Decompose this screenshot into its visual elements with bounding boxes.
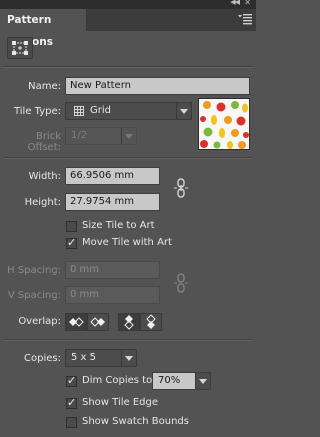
pattern-preview-image <box>199 99 249 149</box>
h-spacing-label: H Spacing: <box>7 265 61 276</box>
h-spacing-field: 0 mm <box>65 261 160 279</box>
right-in-front-icon <box>90 317 105 327</box>
chain-link-icon[interactable] <box>174 178 188 204</box>
height-label: Height: <box>24 197 61 208</box>
move-tile-checkbox[interactable] <box>66 236 77 249</box>
chevron-down-icon[interactable] <box>176 103 191 119</box>
tile-type-select[interactable]: Grid <box>65 102 192 120</box>
top-in-front-button[interactable] <box>118 313 140 331</box>
grid-icon <box>74 106 84 122</box>
copies-value: 5 x 5 <box>71 352 96 363</box>
copies-label: Copies: <box>24 353 61 364</box>
pattern-tile-tool-icon <box>12 41 28 55</box>
v-spacing-field: 0 mm <box>65 286 160 304</box>
tile-type-label: Tile Type: <box>13 106 61 117</box>
size-tile-label: Size Tile to Art <box>82 220 155 231</box>
brick-offset-value: 1/2 <box>71 130 88 141</box>
panel-top-strip: ◀◀ ✕ <box>0 0 256 9</box>
brick-offset-label: Brick Offset: <box>27 131 61 153</box>
panel-menu-icon[interactable] <box>238 13 252 25</box>
dim-copies-value: 70% <box>158 375 181 386</box>
show-tile-edge-label: Show Tile Edge <box>82 397 159 408</box>
size-tile-checkbox[interactable] <box>66 221 77 232</box>
pattern-tile-tool-button[interactable] <box>7 37 33 59</box>
dim-copies-select[interactable]: 70% <box>152 372 211 390</box>
brick-offset-select: 1/2 <box>65 127 137 145</box>
bottom-in-front-icon <box>146 314 156 329</box>
chain-link-icon <box>174 273 188 299</box>
divider <box>4 66 252 68</box>
copies-select[interactable]: 5 x 5 <box>65 349 137 367</box>
name-field[interactable]: New Pattern <box>65 77 250 95</box>
pattern-options-panel: ◀◀ ✕ Pattern Options Name: New Pattern <box>0 0 256 437</box>
left-in-front-icon <box>69 317 84 327</box>
dim-copies-label: Dim Copies to: <box>82 375 156 386</box>
height-field[interactable]: 27.9754 mm <box>65 193 160 211</box>
tab-pattern-options[interactable]: Pattern Options <box>0 9 86 48</box>
width-label: Width: <box>28 171 61 182</box>
chevron-down-icon <box>121 128 136 144</box>
v-spacing-label: V Spacing: <box>7 290 61 301</box>
show-tile-edge-checkbox[interactable] <box>66 396 77 409</box>
panel-tab-bar: Pattern Options <box>0 9 256 48</box>
collapse-arrows-icon[interactable]: ◀◀ <box>230 0 240 6</box>
right-in-front-button[interactable] <box>87 313 109 331</box>
divider <box>4 339 252 341</box>
left-in-front-button[interactable] <box>65 313 87 331</box>
overlap-label: Overlap: <box>18 316 61 327</box>
bottom-in-front-button[interactable] <box>140 313 162 331</box>
width-field[interactable]: 66.9506 mm <box>65 167 160 185</box>
top-in-front-icon <box>124 315 134 330</box>
tile-type-value: Grid <box>90 105 111 116</box>
close-icon[interactable]: ✕ <box>244 0 251 7</box>
divider <box>4 157 252 159</box>
move-tile-label: Move Tile with Art <box>82 237 172 248</box>
chevron-down-icon[interactable] <box>195 373 210 389</box>
show-swatch-bounds-label: Show Swatch Bounds <box>82 416 189 427</box>
name-label: Name: <box>28 81 61 92</box>
pattern-preview <box>198 98 250 150</box>
dim-copies-checkbox[interactable] <box>66 374 77 387</box>
chevron-down-icon[interactable] <box>121 350 136 366</box>
show-swatch-bounds-checkbox[interactable] <box>66 417 77 428</box>
